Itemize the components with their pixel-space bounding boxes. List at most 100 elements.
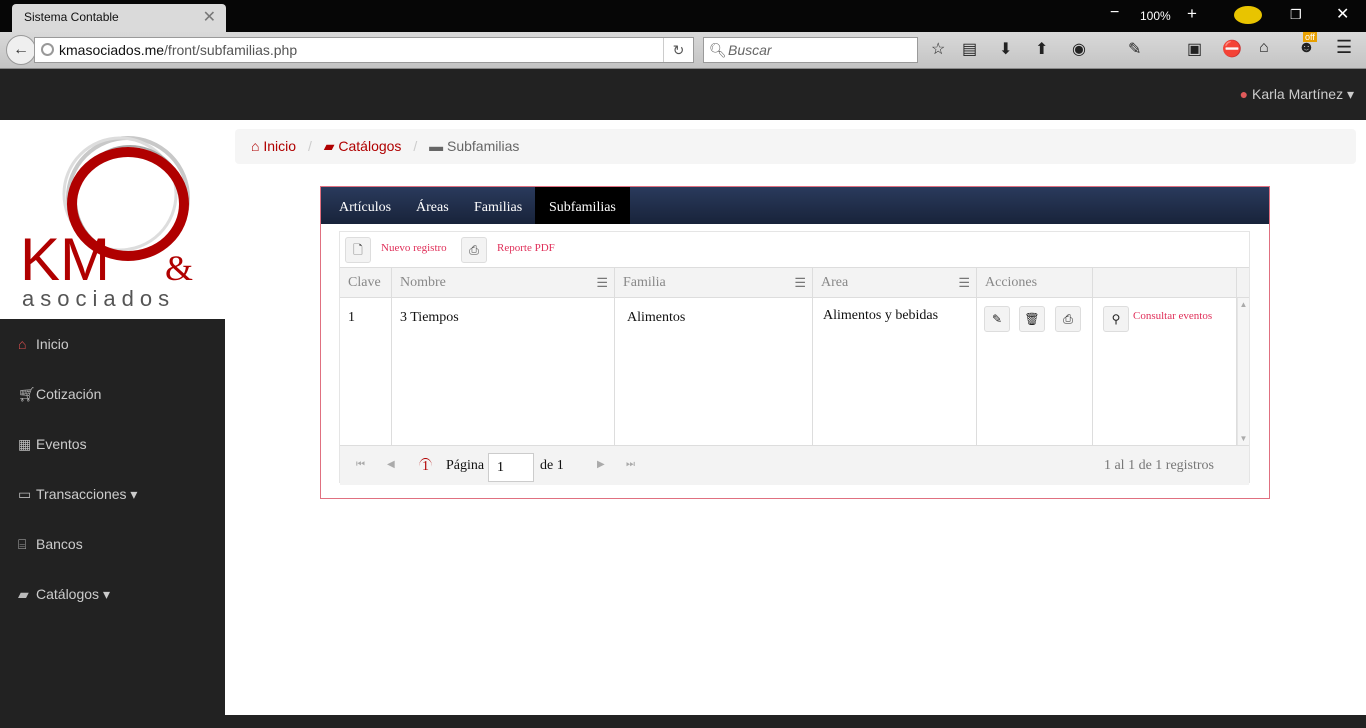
- file-icon: 🗋: [353, 243, 363, 257]
- upload-icon[interactable]: ⬆: [1035, 39, 1048, 59]
- browser-title-bar: Sistema Contable ✕ − 100% + ❐ ✕: [0, 0, 1366, 32]
- cell-acciones: ✎ 🗑︎ ⎙: [977, 298, 1093, 445]
- pdf-report-button[interactable]: ⎙: [461, 237, 487, 263]
- next-page-icon[interactable]: ▶: [597, 459, 605, 470]
- browser-tab[interactable]: Sistema Contable ✕: [12, 4, 226, 32]
- caret-down-icon: ▾: [130, 486, 138, 502]
- sidebar-item-transacciones[interactable]: ▭ Transacciones ▾: [18, 486, 137, 503]
- grid-header: Clave Nombre ☰ Familia ☰ Area ☰ Acciones: [340, 267, 1249, 298]
- navigation-toolbar: ← kmasociados.me/front/subfamilias.php ↻…: [0, 32, 1366, 69]
- restore-icon[interactable]: ❐: [1290, 7, 1302, 23]
- filter-icon[interactable]: ☰: [794, 268, 806, 298]
- breadcrumb-catalogs[interactable]: Catálogos: [338, 138, 401, 154]
- filter-icon[interactable]: ☰: [958, 268, 970, 298]
- main-content: ⌂ Inicio / ▰ Catálogos / ▬ Subfamilias A…: [225, 120, 1366, 715]
- last-page-icon[interactable]: ⏭: [626, 459, 635, 470]
- column-header-area[interactable]: Area ☰: [813, 268, 977, 298]
- user-icon: ●: [1239, 86, 1249, 102]
- user-name: Karla Martínez: [1252, 86, 1344, 102]
- sidebar-item-bancos[interactable]: ⌸ Bancos: [18, 536, 83, 553]
- close-window-icon[interactable]: ✕: [1336, 4, 1349, 24]
- sidebar-item-label: Inicio: [36, 336, 69, 352]
- home-icon: ⌂: [251, 138, 260, 154]
- cart-icon: 🛒︎: [18, 386, 36, 402]
- tab-familias[interactable]: Familias: [474, 187, 522, 224]
- home-icon: ⌂: [18, 336, 27, 352]
- consult-events-link[interactable]: Consultar eventos: [1133, 310, 1212, 322]
- catalog-panel: Artículos Áreas Familias Subfamilias 🗋 N…: [320, 186, 1270, 499]
- extension-icon[interactable]: [1234, 6, 1262, 24]
- sidebar-item-eventos[interactable]: ▦ Eventos: [18, 436, 87, 453]
- tab-title: Sistema Contable: [24, 10, 119, 24]
- tab-subfamilias[interactable]: Subfamilias: [535, 187, 630, 224]
- globe-icon: [41, 43, 54, 56]
- off-badge: off: [1303, 32, 1317, 42]
- column-header-extra: [1093, 268, 1237, 298]
- menu-icon[interactable]: ☰: [1336, 37, 1352, 58]
- pdf-report-label[interactable]: Reporte PDF: [497, 242, 555, 254]
- current-page-number[interactable]: 1: [419, 458, 432, 475]
- logo-asociados: asociados: [22, 286, 175, 311]
- edit-button[interactable]: ✎: [984, 306, 1010, 332]
- address-bar[interactable]: kmasociados.me/front/subfamilias.php ↻: [34, 37, 694, 63]
- calendar-icon: ▦: [18, 436, 32, 452]
- sidebar-item-catalogos[interactable]: ▰ Catálogos ▾: [18, 586, 110, 603]
- bookmark-star-icon[interactable]: ☆: [931, 39, 945, 59]
- grid-toolbar: 🗋 Nuevo registro ⎙ Reporte PDF: [340, 232, 1249, 267]
- breadcrumb-current: Subfamilias: [447, 138, 520, 154]
- bank-icon: ⌸: [18, 536, 27, 552]
- download-icon[interactable]: ⬇: [999, 39, 1012, 59]
- tab-articulos[interactable]: Artículos: [339, 187, 391, 224]
- sidebar-item-cotizacion[interactable]: 🛒︎Cotización: [18, 386, 101, 403]
- ad-block-icon[interactable]: ⛔: [1222, 39, 1242, 59]
- pencil-icon: ✎: [991, 312, 1003, 326]
- search-input[interactable]: 🔍︎ Buscar: [703, 37, 918, 63]
- delete-button[interactable]: 🗑︎: [1019, 306, 1045, 332]
- column-header-nombre[interactable]: Nombre ☰: [392, 268, 615, 298]
- breadcrumb-home[interactable]: Inicio: [263, 138, 296, 154]
- user-menu[interactable]: ● Karla Martínez ▾: [1240, 86, 1354, 103]
- column-header-clave[interactable]: Clave: [340, 268, 392, 298]
- breadcrumb: ⌂ Inicio / ▰ Catálogos / ▬ Subfamilias: [235, 129, 1356, 164]
- cell-area: Alimentos y bebidas: [813, 298, 977, 445]
- briefcase-icon: ▬: [429, 138, 444, 154]
- scroll-down-icon[interactable]: ▼: [1238, 434, 1249, 443]
- print-icon: ⎙: [469, 243, 479, 257]
- home-browser-icon[interactable]: ⌂: [1259, 39, 1269, 57]
- reading-list-icon[interactable]: ▤: [962, 39, 977, 59]
- eye-extension-icon[interactable]: ◉: [1072, 39, 1086, 59]
- filter-icon[interactable]: ☰: [596, 268, 608, 298]
- pager: ⏮ ◀ 1 Página de 1 ▶ ⏭ 1 al 1 de 1 regist…: [340, 445, 1249, 485]
- image-extension-icon[interactable]: ▣: [1187, 39, 1202, 59]
- cell-consult: ⚲ Consultar eventos: [1093, 298, 1237, 445]
- reload-icon[interactable]: ↻: [663, 38, 693, 62]
- sidebar-item-label: Eventos: [36, 436, 87, 452]
- sidebar: ⌂ Inicio 🛒︎Cotización ▦ Eventos ▭ Transacci…: [0, 319, 225, 728]
- new-record-button[interactable]: 🗋: [345, 237, 371, 263]
- new-record-label[interactable]: Nuevo registro: [381, 242, 447, 254]
- column-header-familia[interactable]: Familia ☰: [615, 268, 813, 298]
- cell-nombre: 3 Tiempos: [392, 298, 615, 445]
- pen-extension-icon[interactable]: ✎: [1128, 39, 1141, 59]
- tab-areas[interactable]: Áreas: [416, 187, 449, 224]
- data-grid: Clave Nombre ☰ Familia ☰ Area ☰ Acciones 1 …: [340, 267, 1249, 485]
- caret-down-icon: ▾: [1346, 86, 1354, 102]
- app-header: ● Karla Martínez ▾: [0, 69, 1366, 120]
- footer-bar: [225, 715, 1366, 728]
- first-page-icon[interactable]: ⏮: [356, 459, 365, 470]
- scroll-up-icon[interactable]: ▲: [1238, 300, 1249, 309]
- book-icon: ▰: [18, 586, 29, 602]
- sidebar-item-inicio[interactable]: ⌂ Inicio: [18, 336, 69, 352]
- print-row-button[interactable]: ⎙: [1055, 306, 1081, 332]
- back-button[interactable]: ←: [6, 35, 36, 65]
- tab-close-icon[interactable]: ✕: [203, 7, 216, 27]
- vertical-scrollbar[interactable]: ▲ ▼: [1237, 298, 1249, 445]
- minimize-icon[interactable]: −: [1110, 4, 1119, 22]
- back-arrow-icon: ←: [13, 41, 29, 58]
- breadcrumb-separator: /: [413, 138, 418, 154]
- zoom-in-icon[interactable]: +: [1187, 4, 1197, 24]
- consult-button[interactable]: ⚲: [1103, 306, 1129, 332]
- search-placeholder: Buscar: [728, 42, 772, 58]
- page-input[interactable]: [488, 453, 534, 482]
- prev-page-icon[interactable]: ◀: [387, 459, 395, 470]
